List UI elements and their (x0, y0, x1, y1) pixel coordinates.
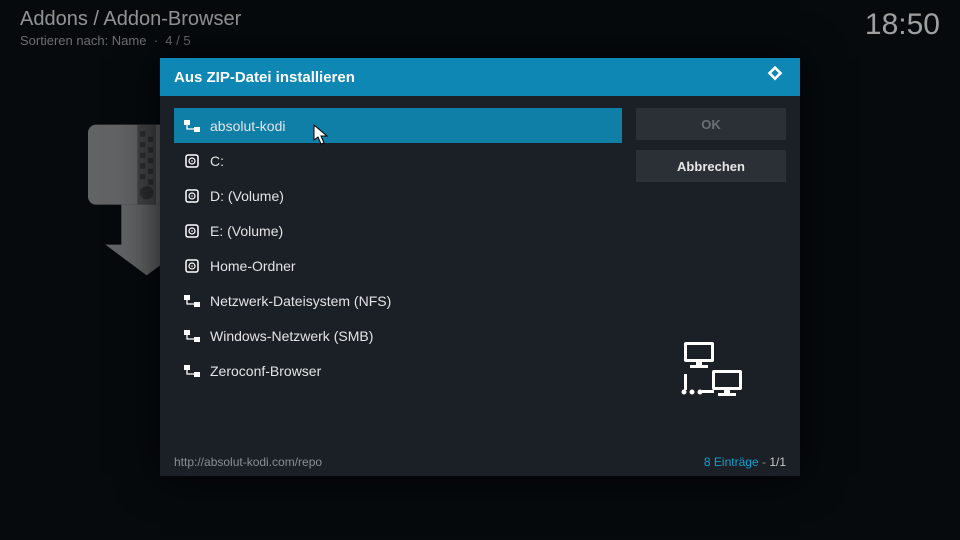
footer-path: http://absolut-kodi.com/repo (174, 455, 322, 469)
network-icon (184, 364, 200, 378)
list-item-label: absolut-kodi (210, 118, 286, 134)
cancel-button[interactable]: Abbrechen (636, 150, 786, 182)
list-item-label: Netzwerk-Dateisystem (NFS) (210, 293, 391, 309)
kodi-logo-icon (764, 64, 786, 91)
file-list: absolut-kodi C: D: (Volume) E: (Volume) Home… (174, 108, 622, 436)
dialog-title: Aus ZIP-Datei installieren (174, 69, 355, 86)
footer-count: 8 Einträge - 1/1 (704, 455, 786, 469)
network-icon (184, 119, 200, 133)
drive-icon (184, 189, 200, 203)
right-pane: OK Abbrechen (636, 108, 786, 436)
entry-count-label: Einträge (714, 455, 759, 469)
list-item-label: E: (Volume) (210, 223, 283, 239)
ok-button[interactable]: OK (636, 108, 786, 140)
page-indicator: 1/1 (769, 455, 786, 469)
network-computers-icon (666, 336, 756, 416)
list-item-label: D: (Volume) (210, 188, 284, 204)
list-item[interactable]: C: (174, 143, 622, 178)
list-item[interactable]: Home-Ordner (174, 248, 622, 283)
list-item[interactable]: E: (Volume) (174, 213, 622, 248)
install-from-zip-dialog: Aus ZIP-Datei installieren absolut-kodi C… (160, 58, 800, 476)
list-item-label: C: (210, 153, 224, 169)
list-item-label: Zeroconf-Browser (210, 363, 321, 379)
list-item[interactable]: Netzwerk-Dateisystem (NFS) (174, 283, 622, 318)
list-item[interactable]: D: (Volume) (174, 178, 622, 213)
drive-icon (184, 154, 200, 168)
network-icon (184, 294, 200, 308)
dialog-footer: http://absolut-kodi.com/repo 8 Einträge … (160, 448, 800, 476)
list-item[interactable]: Zeroconf-Browser (174, 353, 622, 388)
drive-icon (184, 259, 200, 273)
drive-icon (184, 224, 200, 238)
dialog-header: Aus ZIP-Datei installieren (160, 58, 800, 96)
preview-icon-area (636, 316, 786, 436)
network-icon (184, 329, 200, 343)
list-item[interactable]: Windows-Netzwerk (SMB) (174, 318, 622, 353)
list-item[interactable]: absolut-kodi (174, 108, 622, 143)
list-item-label: Windows-Netzwerk (SMB) (210, 328, 373, 344)
entry-count: 8 (704, 455, 711, 469)
list-item-label: Home-Ordner (210, 258, 296, 274)
